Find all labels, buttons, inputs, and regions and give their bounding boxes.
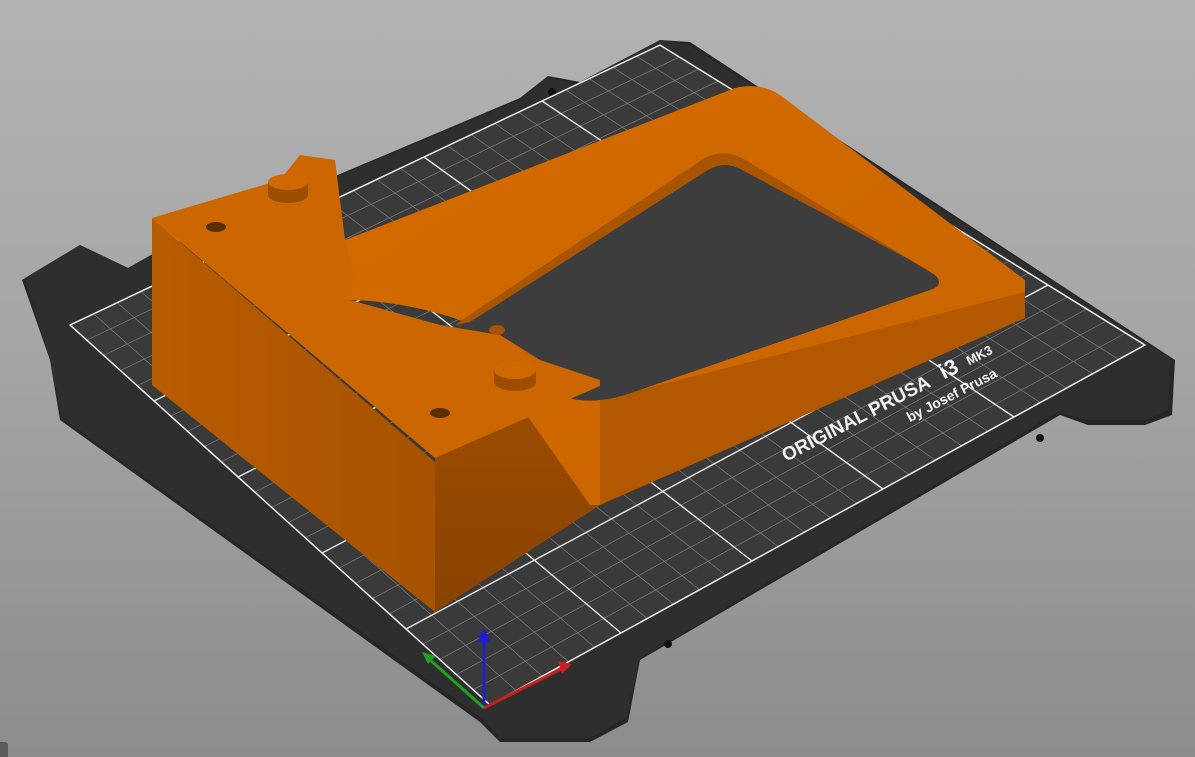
bed-mount-hole: [664, 640, 672, 648]
print-bed-scene[interactable]: ORIGINAL PRUSA i3 MK3 by Josef Prusa: [0, 0, 1195, 757]
part-nub: [489, 325, 505, 335]
viewport-corner-marker: [0, 742, 8, 757]
3d-viewport[interactable]: ORIGINAL PRUSA i3 MK3 by Josef Prusa: [0, 0, 1195, 757]
bed-mount-hole: [1036, 434, 1044, 442]
part-screw-hole: [430, 408, 450, 418]
part-screw-hole: [206, 222, 226, 232]
part-pin: [494, 361, 536, 391]
part-pin: [268, 174, 308, 203]
